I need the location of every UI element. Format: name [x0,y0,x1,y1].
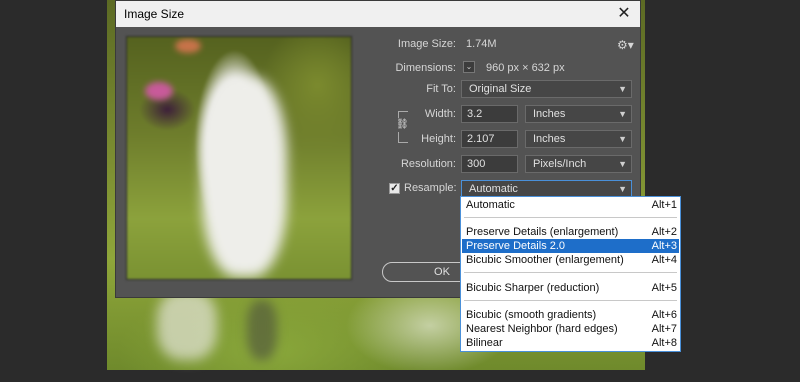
option-label: Bicubic Sharper (reduction) [466,282,600,294]
preview-detail [175,39,201,53]
resolution-unit-value: Pixels/Inch [533,158,587,170]
resample-dropdown: Automatic Alt+1 Preserve Details (enlarg… [460,196,681,352]
image-size-label: Image Size: [397,38,456,50]
resolution-input[interactable]: 300 [461,155,518,173]
option-shortcut: Alt+1 [651,199,677,211]
chevron-down-icon: ▼ [618,159,627,169]
resample-option[interactable]: Bilinear Alt+8 [462,336,679,350]
resample-option[interactable]: Bicubic Smoother (enlargement) Alt+4 [462,253,679,267]
chevron-down-icon: ▼ [618,184,627,194]
width-unit-value: Inches [533,108,566,120]
image-size-value: 1.74M [466,38,497,50]
menu-divider [464,217,677,218]
resolution-unit-select[interactable]: Pixels/Inch ▼ [525,155,632,173]
fit-to-select[interactable]: Original Size ▼ [461,80,632,98]
fit-to-label: Fit To: [426,83,456,95]
width-input[interactable]: 3.2 [461,105,518,123]
height-unit-value: Inches [533,133,566,145]
chevron-down-icon: ▼ [618,134,627,144]
resolution-label: Resolution: [400,158,456,170]
resample-option[interactable]: Automatic Alt+1 [462,198,679,212]
dimensions-label: Dimensions: [395,62,456,74]
preview-detail [202,77,287,277]
resample-label: Resample: [404,182,457,194]
resample-option[interactable]: Bicubic Sharper (reduction) Alt+5 [462,281,679,295]
resample-option-selected[interactable]: Preserve Details 2.0 Alt+3 [462,239,679,253]
option-label: Bilinear [466,337,503,349]
option-shortcut: Alt+2 [651,226,677,238]
height-input[interactable]: 2.107 [461,130,518,148]
photo-detail [157,290,217,360]
menu-divider [464,300,677,301]
resample-value: Automatic [469,183,518,195]
dialog-title: Image Size [124,7,185,21]
link-icon[interactable]: ⛓ [396,118,409,132]
chevron-down-icon: ▼ [618,109,627,119]
option-shortcut: Alt+4 [651,254,677,266]
option-label: Nearest Neighbor (hard edges) [466,323,618,335]
resample-checkbox[interactable]: ✓ [389,183,400,194]
dimensions-value: 960 px × 632 px [486,62,565,74]
resample-option[interactable]: Bicubic (smooth gradients) Alt+6 [462,308,679,322]
title-bar: Image Size ✕ [116,1,640,27]
gear-icon[interactable]: ⚙▾ [617,38,634,52]
chevron-down-icon: ▼ [618,84,627,94]
option-shortcut: Alt+3 [651,240,677,252]
resample-option[interactable]: Nearest Neighbor (hard edges) Alt+7 [462,322,679,336]
photo-detail [247,300,277,360]
option-label: Bicubic Smoother (enlargement) [466,254,624,266]
width-unit-select[interactable]: Inches ▼ [525,105,632,123]
option-label: Preserve Details (enlargement) [466,226,619,238]
option-shortcut: Alt+8 [651,337,677,349]
option-shortcut: Alt+6 [651,309,677,321]
preview-detail [145,82,173,100]
option-label: Automatic [466,199,515,211]
height-unit-select[interactable]: Inches ▼ [525,130,632,148]
image-preview[interactable] [126,36,352,280]
option-shortcut: Alt+7 [651,323,677,335]
menu-divider [464,272,677,273]
chevron-down-icon[interactable]: ⌄ [463,61,475,73]
option-shortcut: Alt+5 [651,282,677,294]
option-label: Preserve Details 2.0 [466,240,566,252]
fit-to-value: Original Size [469,83,532,95]
close-icon[interactable]: ✕ [614,1,634,27]
resample-option[interactable]: Preserve Details (enlargement) Alt+2 [462,225,679,239]
width-label: Width: [424,108,456,120]
height-label: Height: [421,133,456,145]
option-label: Bicubic (smooth gradients) [466,309,597,321]
